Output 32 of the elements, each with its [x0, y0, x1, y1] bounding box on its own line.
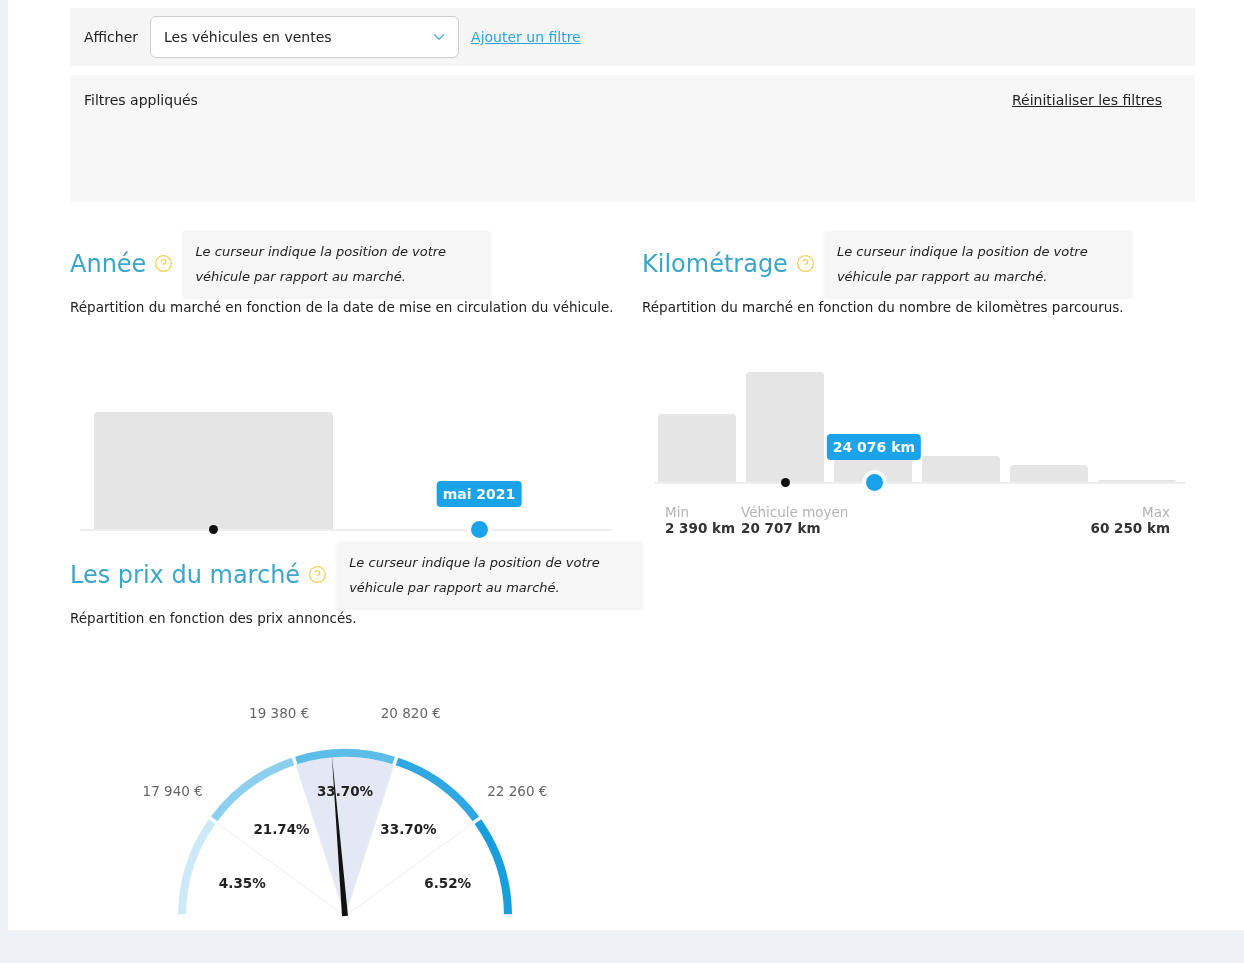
- segment-share: 21.74%: [253, 820, 310, 837]
- legend-value: 20 707 km: [741, 520, 821, 536]
- tooltip: Le curseur indique la position de votre véhicule par rapport au marché.: [824, 230, 1132, 297]
- segment-share: 4.35%: [218, 874, 266, 891]
- legend-label: Max: [1142, 504, 1170, 520]
- help-icon[interactable]: [154, 254, 174, 273]
- cursor-badge: mai 2021: [436, 481, 522, 507]
- legend-value: 2 390 km: [665, 520, 736, 536]
- segment-share: 33.70%: [380, 820, 437, 837]
- price-threshold: 19 380 €: [249, 705, 310, 722]
- display-select[interactable]: Les véhicules en ventes: [150, 16, 460, 58]
- price-threshold: 17 940 €: [142, 782, 203, 799]
- section-title: Les prix du marché: [70, 560, 301, 589]
- tooltip: Le curseur indique la position de votre véhicule par rapport au marché.: [337, 541, 642, 608]
- legend-label: Véhicule moyen: [741, 504, 849, 520]
- tooltip: Le curseur indique la position de votre véhicule par rapport au marché.: [183, 230, 491, 297]
- section-description: Répartition du marché en fonction de la date de mise en circulation du véhicule.: [70, 298, 615, 317]
- section-description: Répartition du marché en fonction du nombre de kilomètres parcourus.: [642, 298, 1125, 317]
- reset-filters-link[interactable]: Réinitialiser les filtres: [1012, 92, 1162, 108]
- legend-label: Min: [665, 504, 689, 520]
- section-title: Année: [70, 249, 147, 278]
- help-icon[interactable]: [795, 254, 815, 273]
- help-icon[interactable]: [308, 565, 328, 584]
- filters-title: Filtres appliqués: [84, 92, 198, 108]
- cursor-badge: 24 076 km: [826, 434, 922, 460]
- legend-value: 60 250 km: [1090, 520, 1170, 536]
- section-description: Répartition en fonction des prix annoncés.: [70, 609, 358, 628]
- price-threshold: 20 820 €: [380, 705, 441, 722]
- section-title: Kilométrage: [642, 249, 788, 278]
- segment-share: 6.52%: [424, 874, 472, 891]
- display-label: Afficher: [84, 29, 139, 45]
- price-threshold: 22 260 €: [487, 782, 548, 799]
